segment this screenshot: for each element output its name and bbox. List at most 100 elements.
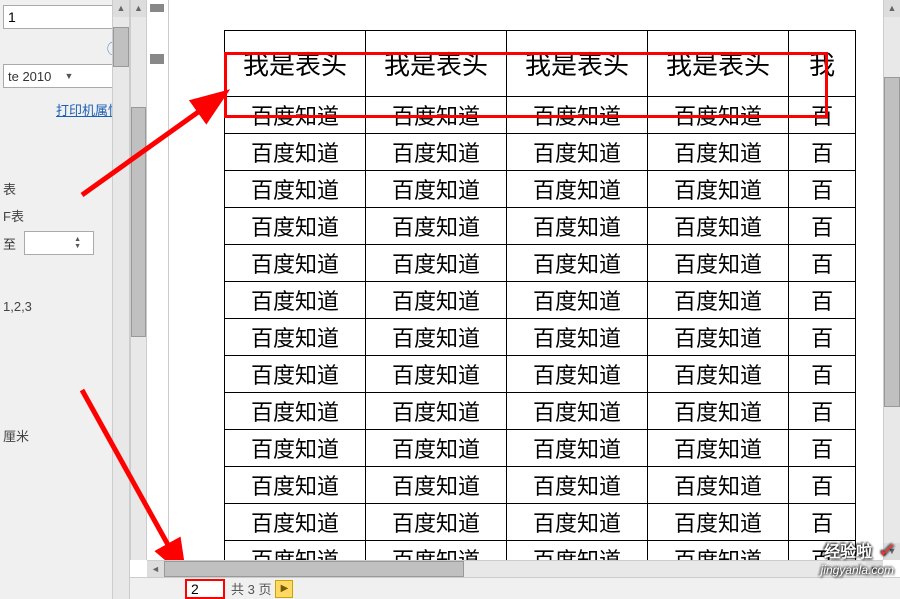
table-cell: 百度知道: [225, 208, 366, 245]
table-cell: 百度知道: [366, 504, 507, 541]
printer-properties-link[interactable]: 打印机属性: [3, 100, 121, 119]
table-cell: 百度知道: [366, 208, 507, 245]
table-row: 百度知道百度知道百度知道百度知道百: [225, 245, 856, 282]
table-cell: 百度知道: [507, 319, 648, 356]
table-cell: 百度知道: [507, 208, 648, 245]
table-cell: 百度知道: [225, 393, 366, 430]
info-icon[interactable]: ⓘ: [3, 39, 121, 59]
scroll-left-icon[interactable]: ◄: [147, 561, 164, 577]
scroll-thumb[interactable]: [113, 27, 129, 67]
table-cell: 百: [789, 171, 856, 208]
table-cell: 百度知道: [507, 504, 648, 541]
copies-input[interactable]: [8, 9, 68, 25]
table-cell: 百度知道: [366, 282, 507, 319]
page-to-spinner[interactable]: ▲ ▼: [24, 231, 94, 255]
table-cell: 百: [789, 97, 856, 134]
table-row: 百度知道百度知道百度知道百度知道百: [225, 504, 856, 541]
table-cell: 百度知道: [648, 541, 789, 561]
table-cell: 百度知道: [507, 134, 648, 171]
table-cell: 百度知道: [366, 319, 507, 356]
doc-scrollbar-right[interactable]: ▲ ▼: [883, 0, 900, 560]
scroll-thumb[interactable]: [884, 77, 900, 407]
scroll-thumb[interactable]: [164, 561, 464, 577]
table-row: 百度知道百度知道百度知道百度知道百: [225, 541, 856, 561]
page-number-input-box[interactable]: [185, 579, 225, 599]
table-cell: 百: [789, 282, 856, 319]
scroll-up-icon[interactable]: ▲: [884, 0, 900, 17]
table-cell: 百度知道: [648, 430, 789, 467]
table-cell: 百度知道: [507, 467, 648, 504]
watermark-url: jingyanla.com: [821, 563, 894, 577]
ruler-marker[interactable]: [150, 4, 164, 12]
printer-dropdown[interactable]: te 2010 ▼: [3, 64, 126, 88]
table-cell: 百: [789, 245, 856, 282]
table-cell: 百度知道: [366, 430, 507, 467]
page-total-text: 共 3 页: [231, 579, 271, 598]
unit-label: 厘米: [3, 426, 126, 445]
vertical-ruler: [147, 0, 169, 560]
printer-name: te 2010: [8, 69, 65, 84]
scroll-up-icon[interactable]: ▲: [113, 0, 129, 17]
table-cell: 百度知道: [225, 319, 366, 356]
table-row: 百度知道百度知道百度知道百度知道百: [225, 393, 856, 430]
table-row: 百度知道百度知道百度知道百度知道百: [225, 319, 856, 356]
table-cell: 百度知道: [507, 282, 648, 319]
spinner-up-icon[interactable]: ▲: [74, 236, 81, 243]
table-cell: 百度知道: [648, 504, 789, 541]
table-cell: 百度知道: [648, 245, 789, 282]
table-cell: 百度知道: [366, 245, 507, 282]
table-cell: 百度知道: [366, 393, 507, 430]
panel-label-2: F表: [3, 206, 126, 225]
table-cell: 百度知道: [648, 282, 789, 319]
table-cell: 百度知道: [648, 97, 789, 134]
table-cell: 百度知道: [648, 393, 789, 430]
spinner-down-icon[interactable]: ▼: [74, 243, 89, 250]
panel-scrollbar[interactable]: ▲: [112, 0, 129, 599]
table-cell: 百度知道: [225, 245, 366, 282]
table-cell: 百度知道: [366, 97, 507, 134]
table-cell: 百度知道: [507, 97, 648, 134]
table-cell: 百度知道: [366, 356, 507, 393]
table-cell: 百度知道: [648, 319, 789, 356]
table-cell: 百度知道: [366, 171, 507, 208]
table-cell: 百度知道: [648, 467, 789, 504]
table-cell: 百度知道: [648, 134, 789, 171]
table-cell: 百度知道: [225, 282, 366, 319]
table-row: 百度知道百度知道百度知道百度知道百: [225, 208, 856, 245]
table-header-cell: 我是表头: [225, 31, 366, 97]
print-settings-panel: ▲ ▼ ⓘ te 2010 ▼ 打印机属性 表 F表 至 ▲ ▼ 1,2,3 厘…: [0, 0, 130, 599]
doc-scrollbar-bottom[interactable]: ◄ ►: [147, 560, 883, 577]
table-header-cell: 我是表头: [507, 31, 648, 97]
table-cell: 百: [789, 430, 856, 467]
table-cell: 百度知道: [648, 171, 789, 208]
table-row: 百度知道百度知道百度知道百度知道百: [225, 97, 856, 134]
table-header-cell: 我是表头: [648, 31, 789, 97]
ruler-marker[interactable]: [150, 54, 164, 64]
document-page: 我是表头 我是表头 我是表头 我是表头 我 百度知道百度知道百度知道百度知道百百…: [224, 30, 883, 560]
watermark: 经验啦 ✓ jingyanla.com: [821, 538, 894, 577]
panel-label-1: 表: [3, 179, 126, 198]
table-cell: 百度知道: [648, 356, 789, 393]
scroll-up-icon[interactable]: ▲: [131, 0, 146, 17]
scroll-thumb[interactable]: [131, 107, 146, 337]
table-header-cell: 我: [789, 31, 856, 97]
table-cell: 百度知道: [225, 356, 366, 393]
table-row: 百度知道百度知道百度知道百度知道百: [225, 467, 856, 504]
table-row: 百度知道百度知道百度知道百度知道百: [225, 171, 856, 208]
to-label: 至: [3, 234, 16, 253]
table-cell: 百: [789, 319, 856, 356]
page-to-input[interactable]: [29, 232, 69, 254]
doc-scrollbar-left[interactable]: ▲: [130, 0, 147, 560]
document-preview: 我是表头 我是表头 我是表头 我是表头 我 百度知道百度知道百度知道百度知道百百…: [169, 0, 883, 560]
table-cell: 百度知道: [366, 467, 507, 504]
table-cell: 百: [789, 393, 856, 430]
table-cell: 百: [789, 504, 856, 541]
table-cell: 百度知道: [507, 393, 648, 430]
table-cell: 百度知道: [366, 541, 507, 561]
table-cell: 百度知道: [366, 134, 507, 171]
table-cell: 百: [789, 467, 856, 504]
table-cell: 百度知道: [225, 97, 366, 134]
copies-spinner[interactable]: ▲ ▼: [3, 5, 126, 29]
page-number-input[interactable]: [191, 581, 219, 597]
next-page-button[interactable]: ▶: [275, 580, 293, 598]
